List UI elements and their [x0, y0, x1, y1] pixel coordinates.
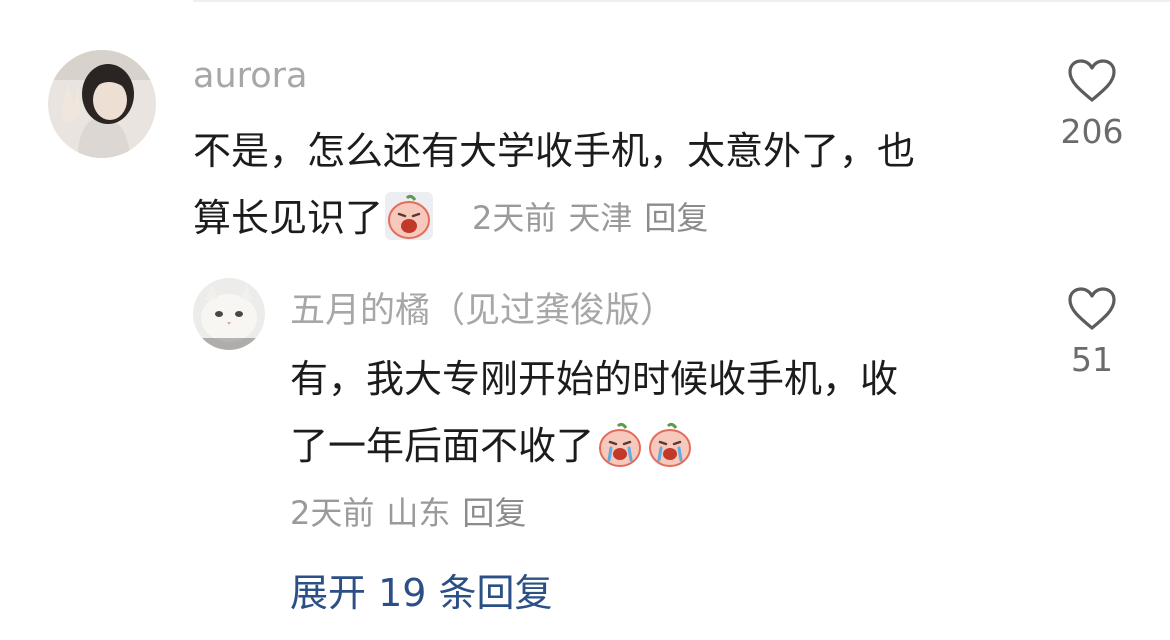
reply-text-line-2-text: 了一年后面不收了: [290, 424, 595, 468]
comment-text-line-1: 不是，怎么还有大学收手机，太意外了，也: [193, 129, 916, 173]
reply-like-count: 51: [1071, 340, 1113, 379]
like-count: 206: [1060, 112, 1124, 151]
expand-replies-button[interactable]: 展开 19 条回复: [290, 562, 553, 617]
comment-time: 2天前: [472, 199, 557, 237]
top-divider: [193, 0, 1170, 2]
comment-location: 天津: [568, 199, 633, 237]
comment-username[interactable]: aurora: [193, 56, 308, 96]
reply-reply-button[interactable]: 回复: [462, 488, 526, 534]
crying-peach-emoji: [385, 192, 434, 240]
reply-text-line-1: 有，我大专刚开始的时候收手机，收: [290, 357, 899, 401]
comment-text-line-2: 算长见识了: [193, 187, 434, 242]
comment-meta: 2天前 天津 回复: [472, 193, 708, 239]
reply-like-button[interactable]: 51: [1058, 286, 1126, 379]
reply-location: 山东: [386, 494, 451, 532]
like-button[interactable]: 206: [1058, 58, 1126, 151]
avatar[interactable]: [48, 50, 156, 158]
crying-peach-emoji: [646, 420, 694, 468]
reply-meta: 2天前 山东 回复: [290, 488, 526, 534]
reply-text-line-2: 了一年后面不收了: [290, 415, 694, 470]
reply-avatar[interactable]: [193, 278, 265, 350]
reply-button[interactable]: 回复: [644, 193, 708, 239]
heart-icon: [1068, 59, 1116, 102]
comment-text-line-2-text: 算长见识了: [193, 196, 384, 240]
reply-time: 2天前: [290, 494, 375, 532]
reply-username[interactable]: 五月的橘（见过龚俊版）: [290, 282, 675, 333]
crying-peach-emoji: [596, 420, 644, 468]
heart-icon: [1068, 287, 1116, 330]
